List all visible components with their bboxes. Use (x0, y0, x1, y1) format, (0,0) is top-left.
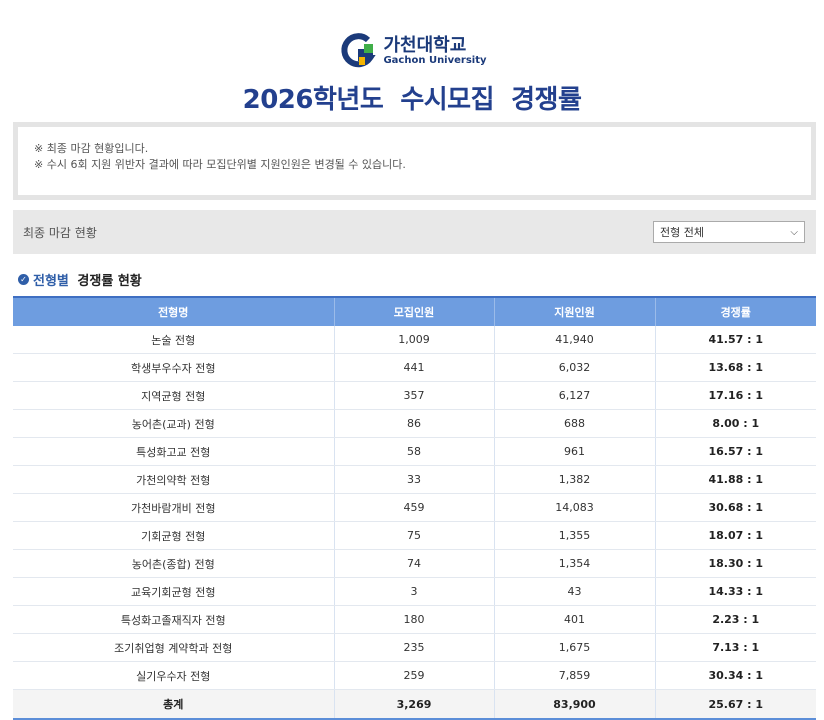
check-circle-icon: ✓ (18, 274, 29, 285)
table-row: 가천의약학 전형 33 1,382 41.88 : 1 (13, 465, 816, 494)
table-row: 특성화고졸재직자 전형 180 401 2.23 : 1 (13, 605, 816, 634)
table-row: 논술 전형 1,009 41,940 41.57 : 1 (13, 326, 816, 354)
cell-applicants: 1,355 (494, 521, 656, 550)
table-row: 교육기회균형 전형 3 43 14.33 : 1 (13, 577, 816, 606)
total-cell-quota: 3,269 (334, 689, 495, 720)
cell-applicants: 1,354 (494, 549, 656, 578)
cell-type: 기회균형 전형 (13, 521, 335, 550)
cell-type: 농어촌(교과) 전형 (13, 409, 335, 438)
cell-applicants: 688 (494, 409, 656, 438)
filter-label: 최종 마감 현황 (23, 225, 97, 240)
cell-ratio: 30.34 : 1 (655, 661, 816, 690)
cell-quota: 3 (334, 577, 495, 606)
cell-quota: 235 (334, 633, 495, 662)
cell-type: 농어촌(종합) 전형 (13, 549, 335, 578)
table-row: 조기취업형 계약학과 전형 235 1,675 7.13 : 1 (13, 633, 816, 662)
cell-type: 조기취업형 계약학과 전형 (13, 633, 335, 662)
cell-quota: 86 (334, 409, 495, 438)
select-value: 전형 전체 (660, 226, 704, 239)
cell-ratio: 41.88 : 1 (655, 465, 816, 494)
section-title-rest: 경쟁률 현황 (72, 274, 142, 289)
gachon-logo[interactable]: 가천대학교 Gachon University (337, 30, 487, 72)
cell-quota: 1,009 (334, 326, 495, 354)
cell-applicants: 1,675 (494, 633, 656, 662)
cell-quota: 33 (334, 465, 495, 494)
notice-line-violation: ※ 수시 6회 지원 위반자 결과에 따라 모집단위별 지원인원은 변경될 수 … (34, 158, 406, 171)
cell-applicants: 14,083 (494, 493, 656, 522)
table-header-row: 전형명 모집인원 지원인원 경쟁률 (13, 296, 816, 326)
cell-quota: 459 (334, 493, 495, 522)
cell-ratio: 16.57 : 1 (655, 437, 816, 466)
logo-english-text: Gachon University (383, 54, 487, 66)
cell-ratio: 8.00 : 1 (655, 409, 816, 438)
cell-ratio: 2.23 : 1 (655, 605, 816, 634)
chevron-down-icon: ⌵ (790, 226, 798, 238)
cell-applicants: 401 (494, 605, 656, 634)
gachon-logo-icon (341, 33, 377, 68)
header-applicants: 지원인원 (494, 296, 656, 326)
cell-quota: 259 (334, 661, 495, 690)
section-title-highlight: 전형별 (33, 274, 69, 289)
cell-type: 지역균형 전형 (13, 381, 335, 410)
total-cell-applicants: 83,900 (494, 689, 656, 720)
section-title: ✓ 전형별 경쟁률 현황 (18, 270, 142, 289)
total-cell-type: 총계 (13, 689, 335, 720)
notice-line-final: ※ 최종 마감 현황입니다. (34, 142, 149, 155)
cell-ratio: 7.13 : 1 (655, 633, 816, 662)
cell-quota: 58 (334, 437, 495, 466)
logo-korean-text: 가천대학교 (383, 34, 467, 56)
table-row: 기회균형 전형 75 1,355 18.07 : 1 (13, 521, 816, 550)
notice-box: ※ 최종 마감 현황입니다. ※ 수시 6회 지원 위반자 결과에 따라 모집단… (13, 122, 816, 200)
table-body: 논술 전형 1,009 41,940 41.57 : 1 학생부우수자 전형 441 6,0… (13, 326, 816, 720)
table-row: 실기우수자 전형 259 7,859 30.34 : 1 (13, 661, 816, 690)
cell-applicants: 6,032 (494, 353, 656, 382)
competition-table: 전형명 모집인원 지원인원 경쟁률 논술 전형 1,009 41,940 41.57 … (13, 296, 816, 720)
cell-ratio: 18.30 : 1 (655, 549, 816, 578)
header-type: 전형명 (13, 296, 335, 326)
cell-ratio: 13.68 : 1 (655, 353, 816, 382)
table-total-row: 총계 3,269 83,900 25.67 : 1 (13, 689, 816, 720)
cell-quota: 75 (334, 521, 495, 550)
cell-applicants: 1,382 (494, 465, 656, 494)
table-row: 지역균형 전형 357 6,127 17.16 : 1 (13, 381, 816, 410)
cell-ratio: 14.33 : 1 (655, 577, 816, 606)
cell-ratio: 18.07 : 1 (655, 521, 816, 550)
cell-type: 특성화고교 전형 (13, 437, 335, 466)
cell-type: 특성화고졸재직자 전형 (13, 605, 335, 634)
cell-applicants: 41,940 (494, 326, 656, 354)
header-quota: 모집인원 (334, 296, 495, 326)
cell-applicants: 6,127 (494, 381, 656, 410)
cell-ratio: 17.16 : 1 (655, 381, 816, 410)
table-row: 학생부우수자 전형 441 6,032 13.68 : 1 (13, 353, 816, 382)
cell-type: 학생부우수자 전형 (13, 353, 335, 382)
table-row: 특성화고교 전형 58 961 16.57 : 1 (13, 437, 816, 466)
cell-type: 교육기회균형 전형 (13, 577, 335, 606)
cell-quota: 357 (334, 381, 495, 410)
cell-applicants: 43 (494, 577, 656, 606)
page-title: 2026학년도 수시모집 경쟁률 (242, 85, 582, 115)
cell-type: 실기우수자 전형 (13, 661, 335, 690)
total-cell-ratio: 25.67 : 1 (655, 689, 816, 720)
cell-ratio: 30.68 : 1 (655, 493, 816, 522)
header-ratio: 경쟁률 (655, 296, 816, 326)
cell-ratio: 41.57 : 1 (655, 326, 816, 354)
cell-type: 가천의약학 전형 (13, 465, 335, 494)
table-row: 농어촌(종합) 전형 74 1,354 18.30 : 1 (13, 549, 816, 578)
cell-applicants: 961 (494, 437, 656, 466)
cell-quota: 180 (334, 605, 495, 634)
table-row: 농어촌(교과) 전형 86 688 8.00 : 1 (13, 409, 816, 438)
cell-type: 가천바람개비 전형 (13, 493, 335, 522)
cell-type: 논술 전형 (13, 326, 335, 354)
cell-quota: 441 (334, 353, 495, 382)
admission-type-select[interactable]: 전형 전체 ⌵ (653, 221, 805, 243)
page-header: 가천대학교 Gachon University 2026학년도 수시모집 경쟁률 (0, 0, 824, 115)
cell-applicants: 7,859 (494, 661, 656, 690)
table-row: 가천바람개비 전형 459 14,083 30.68 : 1 (13, 493, 816, 522)
filter-bar: 최종 마감 현황 전형 전체 ⌵ (13, 210, 816, 254)
cell-quota: 74 (334, 549, 495, 578)
